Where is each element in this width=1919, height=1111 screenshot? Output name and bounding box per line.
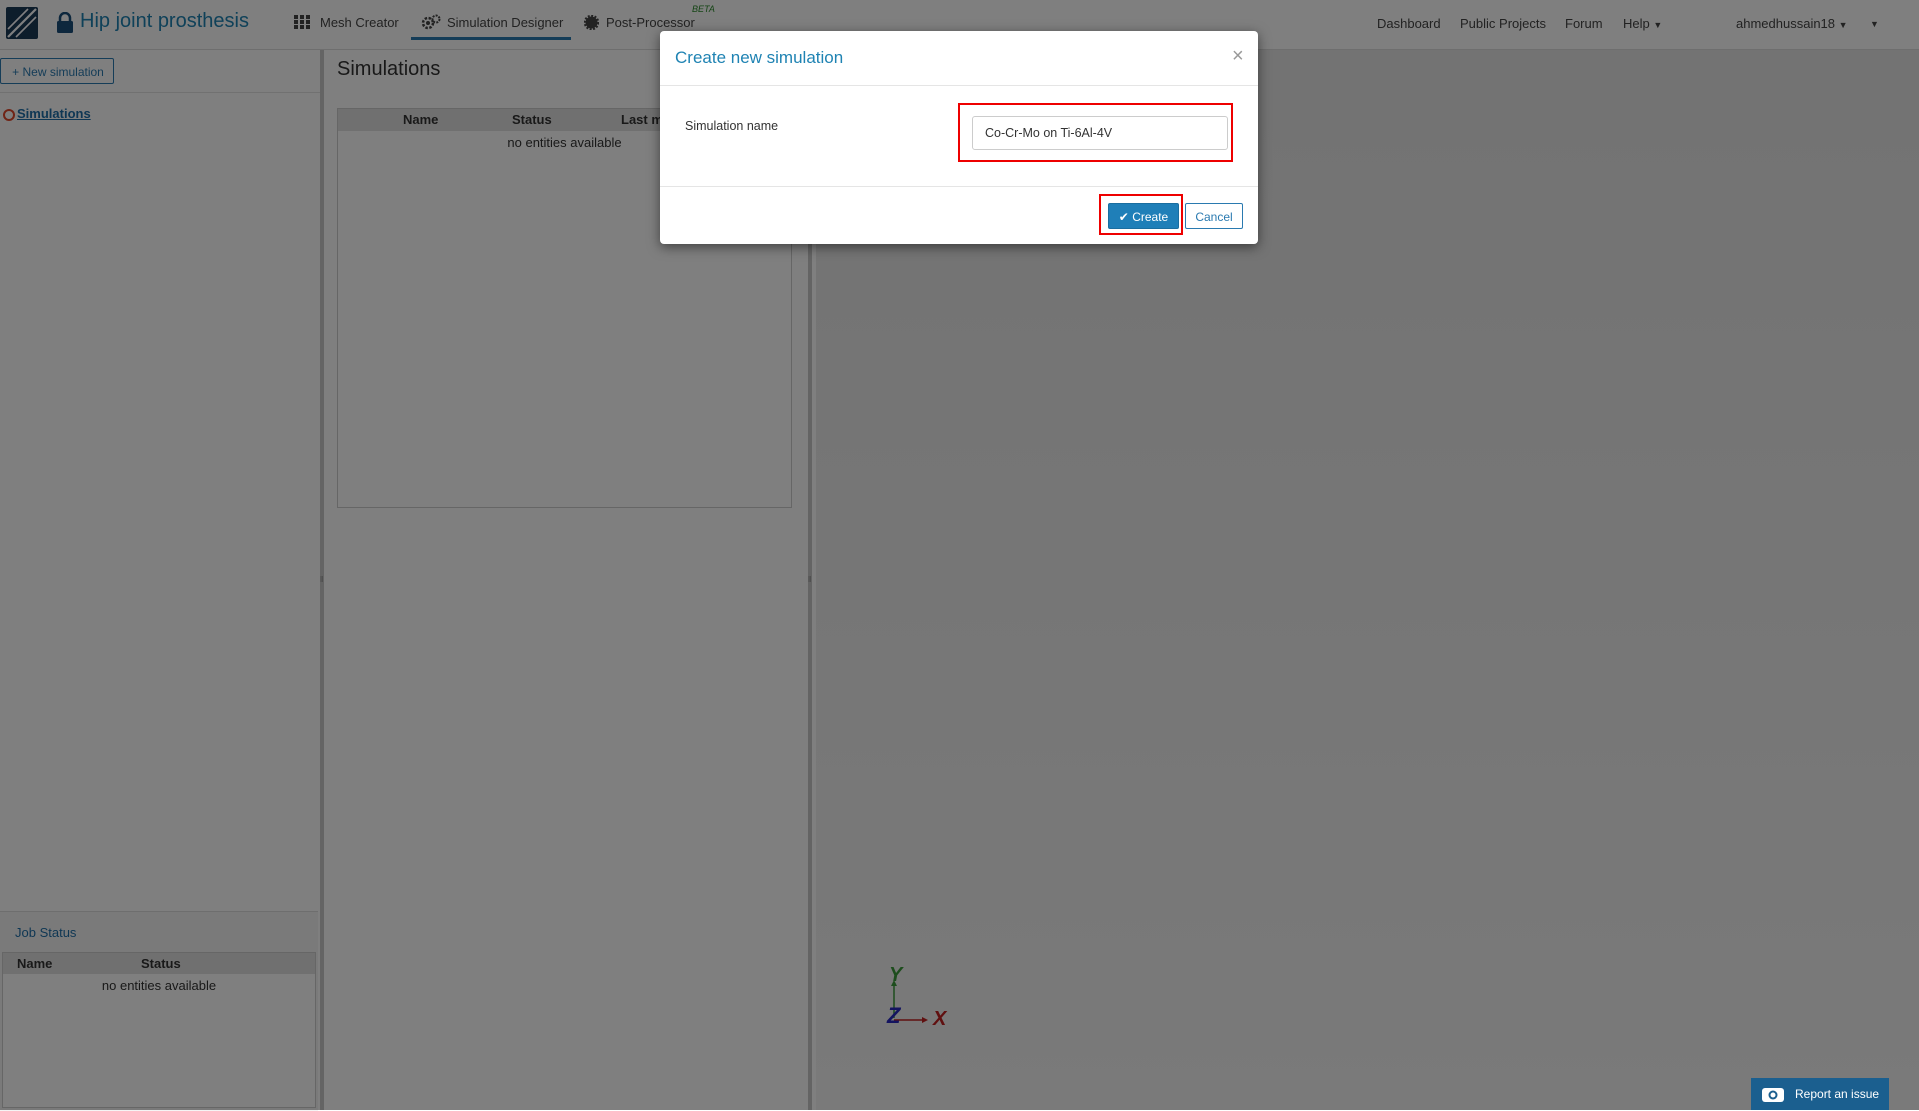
- camera-icon: [1762, 1088, 1784, 1102]
- create-button[interactable]: ✔ Create: [1108, 203, 1179, 229]
- simulation-name-input[interactable]: [972, 116, 1228, 150]
- simulation-name-label: Simulation name: [685, 119, 779, 133]
- create-simulation-dialog: Create new simulation × Simulation name …: [660, 31, 1258, 244]
- dialog-title: Create new simulation: [675, 48, 844, 67]
- cancel-button[interactable]: Cancel: [1185, 203, 1243, 229]
- report-issue-button[interactable]: Report an issue: [1751, 1078, 1889, 1110]
- divider: [660, 186, 1258, 187]
- report-issue-label: Report an issue: [1795, 1087, 1880, 1101]
- create-label: Create: [1132, 210, 1169, 224]
- close-icon[interactable]: ×: [1232, 45, 1244, 68]
- check-icon: ✔: [1118, 210, 1129, 224]
- divider: [660, 85, 1258, 86]
